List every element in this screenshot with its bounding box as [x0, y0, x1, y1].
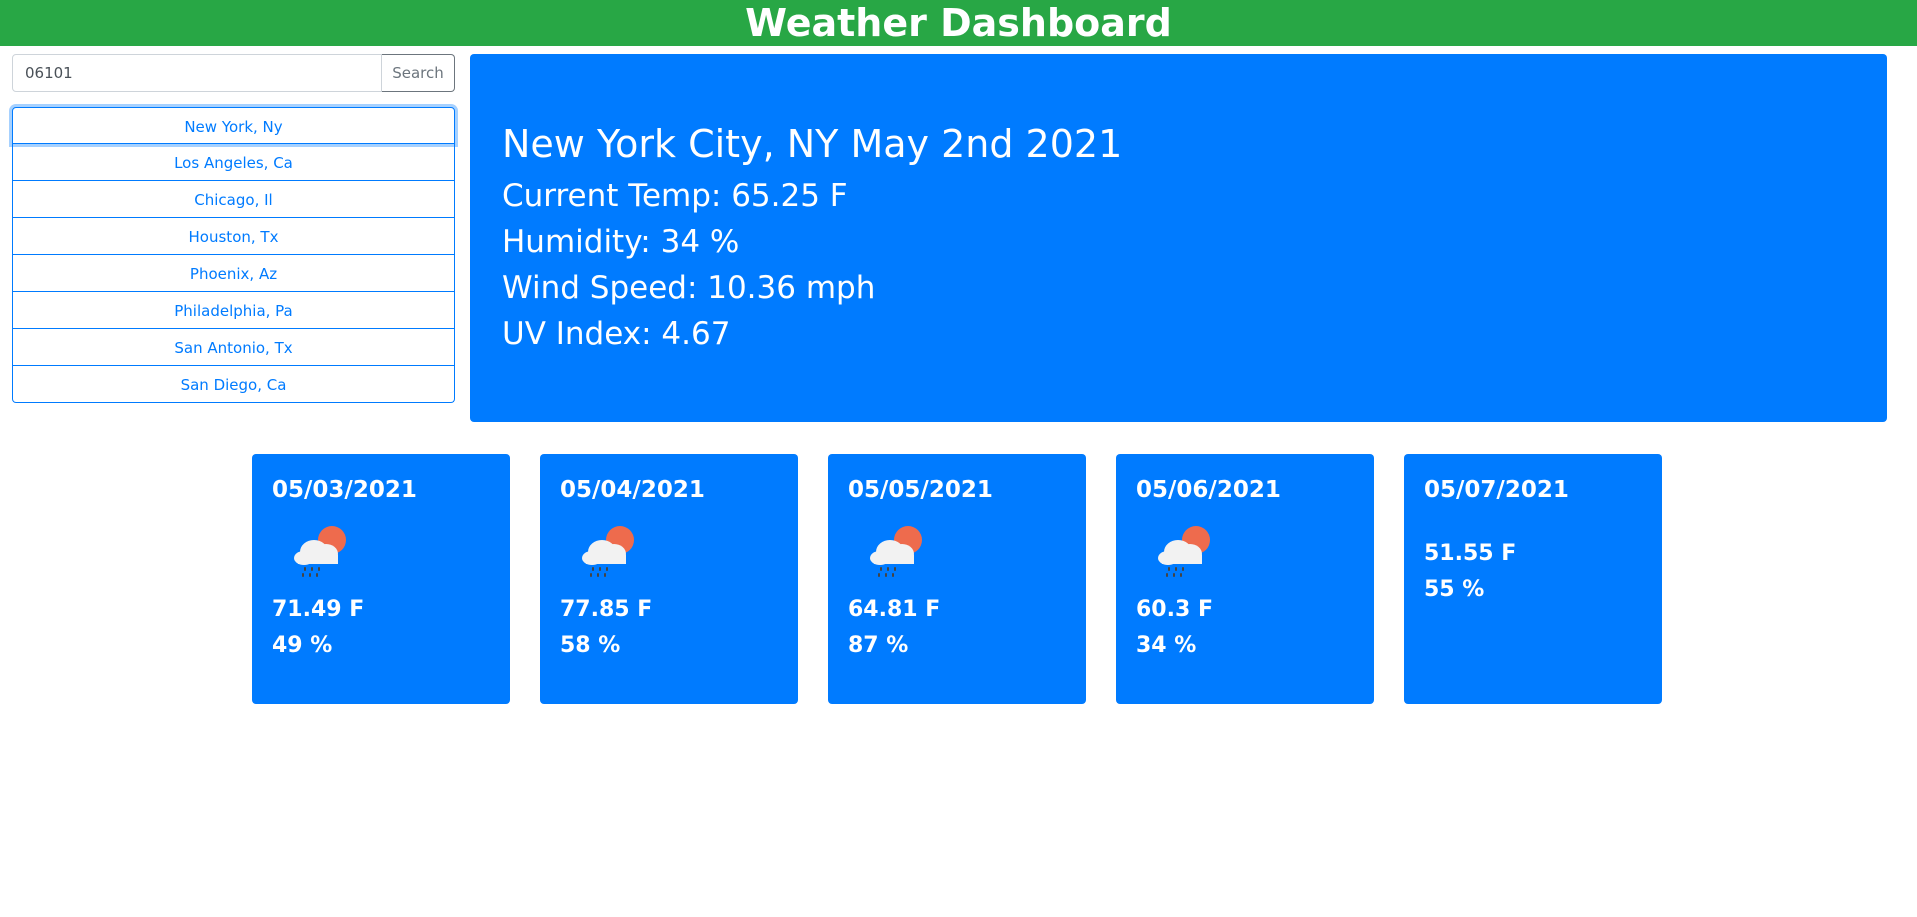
- city-list: New York, Ny Los Angeles, Ca Chicago, Il…: [12, 107, 455, 403]
- current-weather-panel: New York City, NY May 2nd 2021 Current T…: [470, 54, 1887, 422]
- rain-cloud-sun-icon: [1158, 526, 1210, 577]
- forecast-date: 05/07/2021: [1424, 477, 1569, 503]
- city-item-los-angeles[interactable]: Los Angeles, Ca: [12, 144, 455, 181]
- app-header: Weather Dashboard: [0, 0, 1917, 46]
- forecast-temp: 60.3 F: [1136, 597, 1213, 622]
- city-item-san-antonio[interactable]: San Antonio, Tx: [12, 329, 455, 366]
- forecast-date: 05/06/2021: [1136, 477, 1281, 503]
- search-button[interactable]: Search: [382, 54, 455, 92]
- forecast-date: 05/04/2021: [560, 477, 705, 503]
- city-item-houston[interactable]: Houston, Tx: [12, 218, 455, 255]
- city-item-new-york[interactable]: New York, Ny: [12, 107, 455, 144]
- current-uv-index: UV Index: 4.67: [502, 316, 731, 352]
- search-bar: Search: [12, 54, 455, 92]
- city-item-san-diego[interactable]: San Diego, Ca: [12, 366, 455, 403]
- page-title: Weather Dashboard: [745, 1, 1172, 45]
- city-item-chicago[interactable]: Chicago, Il: [12, 181, 455, 218]
- forecast-card: 05/03/2021 71.49 F 49 %: [252, 454, 510, 704]
- forecast-card: 05/05/2021 64.81 F 87 %: [828, 454, 1086, 704]
- city-item-philadelphia[interactable]: Philadelphia, Pa: [12, 292, 455, 329]
- current-temp: Current Temp: 65.25 F: [502, 178, 848, 214]
- rain-cloud-sun-icon: [294, 526, 346, 577]
- forecast-humidity: 55 %: [1424, 577, 1485, 602]
- forecast-temp: 71.49 F: [272, 597, 365, 622]
- forecast-row: 05/03/2021 71.49 F 49 % 05/04/2021 77.85…: [252, 454, 1662, 704]
- forecast-temp: 51.55 F: [1424, 541, 1517, 566]
- forecast-humidity: 87 %: [848, 633, 909, 658]
- search-input[interactable]: [12, 54, 382, 92]
- forecast-card: 05/04/2021 77.85 F 58 %: [540, 454, 798, 704]
- current-city-date: New York City, NY May 2nd 2021: [502, 122, 1123, 166]
- rain-cloud-sun-icon: [870, 526, 922, 577]
- current-wind-speed: Wind Speed: 10.36 mph: [502, 270, 876, 306]
- forecast-card: 05/06/2021 60.3 F 34 %: [1116, 454, 1374, 704]
- rain-cloud-sun-icon: [582, 526, 634, 577]
- forecast-card: 05/07/2021 51.55 F 55 %: [1404, 454, 1662, 704]
- city-item-phoenix[interactable]: Phoenix, Az: [12, 255, 455, 292]
- forecast-humidity: 34 %: [1136, 633, 1197, 658]
- forecast-humidity: 58 %: [560, 633, 621, 658]
- forecast-date: 05/03/2021: [272, 477, 417, 503]
- forecast-temp: 64.81 F: [848, 597, 941, 622]
- forecast-temp: 77.85 F: [560, 597, 653, 622]
- forecast-humidity: 49 %: [272, 633, 333, 658]
- forecast-date: 05/05/2021: [848, 477, 993, 503]
- current-humidity: Humidity: 34 %: [502, 224, 740, 260]
